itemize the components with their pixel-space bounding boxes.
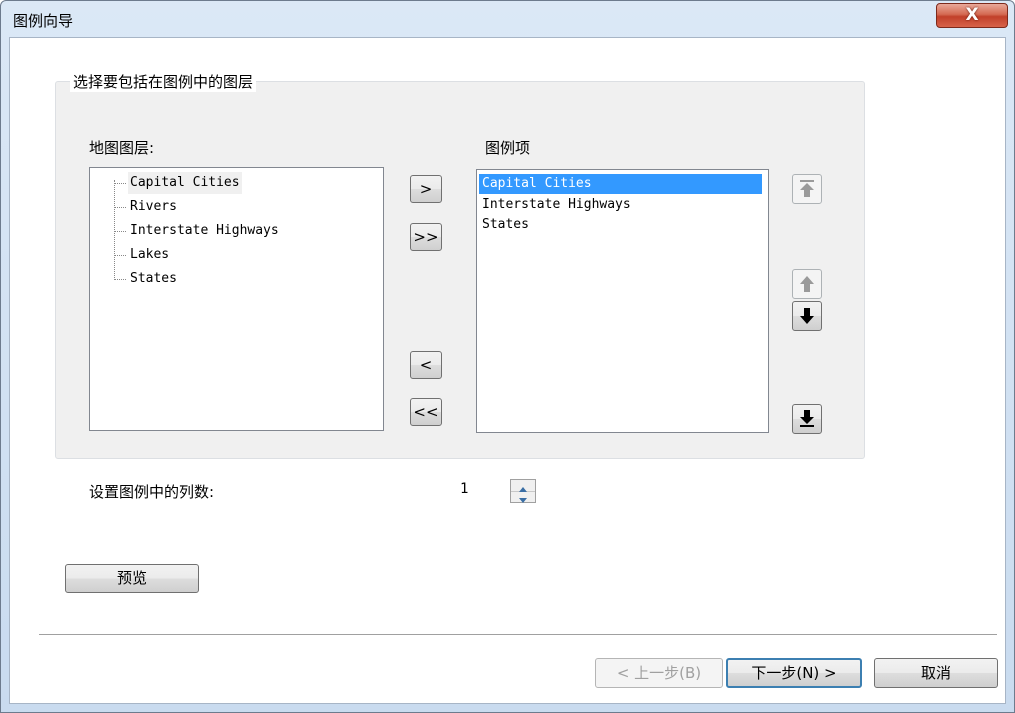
- arrow-to-bottom-icon: [793, 409, 821, 429]
- move-down-button[interactable]: [792, 301, 822, 331]
- next-button[interactable]: 下一步(N) >: [726, 658, 862, 688]
- legend-item-states[interactable]: States: [479, 215, 532, 235]
- group-title: 选择要包括在图例中的图层: [70, 71, 257, 92]
- move-to-top-button[interactable]: [792, 174, 822, 204]
- move-to-bottom-button[interactable]: [792, 404, 822, 434]
- add-button[interactable]: >: [410, 175, 442, 203]
- columns-spinner[interactable]: 1: [453, 475, 539, 505]
- columns-value[interactable]: 1: [460, 481, 468, 497]
- legend-items-list[interactable]: Capital Cities Interstate Highways State…: [476, 169, 769, 433]
- title-bar[interactable]: 图例向导 X: [1, 1, 1014, 37]
- tree-item-label: Rivers: [130, 199, 177, 214]
- spinner-down-icon[interactable]: [511, 491, 535, 503]
- add-all-button[interactable]: >>: [410, 223, 442, 251]
- tree-item-label: Capital Cities: [128, 172, 242, 194]
- close-icon: X: [965, 5, 979, 25]
- tree-item-label: Lakes: [130, 247, 170, 262]
- remove-all-button[interactable]: <<: [410, 398, 442, 426]
- map-layers-tree[interactable]: Capital Cities Rivers Interstate Highway…: [89, 167, 384, 431]
- columns-label: 设置图例中的列数:: [89, 483, 215, 501]
- tree-connector: [114, 180, 115, 280]
- legend-wizard-dialog: 图例向导 X 选择要包括在图例中的图层 地图图层: 图例项 Capital Ci…: [0, 0, 1015, 713]
- spinner-buttons: [510, 479, 536, 503]
- arrow-down-icon: [793, 306, 821, 326]
- footer-separator: [39, 634, 997, 636]
- tree-branch: [114, 255, 126, 256]
- tree-branch: [114, 231, 126, 232]
- cancel-button[interactable]: 取消: [874, 658, 998, 688]
- tree-branch: [114, 207, 126, 208]
- legend-items-label: 图例项: [485, 139, 531, 157]
- tree-item-label: States: [130, 271, 177, 286]
- window-title: 图例向导: [13, 12, 74, 30]
- preview-button[interactable]: 预览: [65, 564, 199, 593]
- close-button[interactable]: X: [936, 3, 1008, 28]
- legend-item-interstate-highways[interactable]: Interstate Highways: [479, 195, 634, 215]
- back-button[interactable]: < 上一步(B): [595, 658, 723, 688]
- move-up-button[interactable]: [792, 269, 822, 299]
- tree-branch: [114, 183, 126, 184]
- tree-branch: [114, 279, 126, 280]
- arrow-to-top-icon: [793, 179, 821, 199]
- arrow-up-icon: [793, 274, 821, 294]
- legend-item-capital-cities[interactable]: Capital Cities: [479, 174, 762, 194]
- tree-item-label: Interstate Highways: [130, 223, 279, 238]
- remove-button[interactable]: <: [410, 351, 442, 379]
- map-layers-label: 地图图层:: [89, 139, 155, 157]
